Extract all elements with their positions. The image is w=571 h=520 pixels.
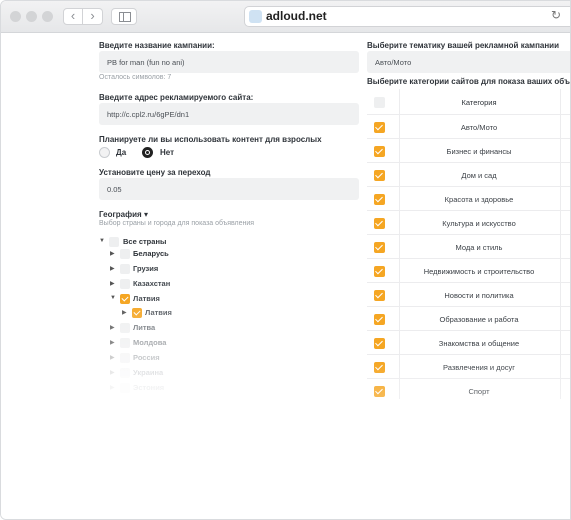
caret-right-icon: ▶ <box>110 340 115 346</box>
site-favicon-icon <box>249 10 262 23</box>
url-text: adloud.net <box>266 9 327 23</box>
table-row[interactable]: Красота и здоровье <box>367 187 570 211</box>
campaign-name-label: Введите название кампании: <box>99 41 215 50</box>
caret-down-icon: ▼ <box>99 238 105 244</box>
category-checkbox[interactable] <box>374 218 385 229</box>
tree-row-kazakhstan[interactable]: ▶ Казахстан <box>110 278 290 292</box>
chevron-right-icon: › <box>90 8 95 23</box>
checkbox-latvia[interactable] <box>120 294 130 304</box>
site-url-input[interactable]: http://c.cpl2.ru/6gPE/dn1 <box>99 103 359 125</box>
table-row[interactable]: Недвижимость и строительство <box>367 259 570 283</box>
table-row[interactable]: Новости и политика <box>367 283 570 307</box>
site-url-label: Введите адрес рекламируемого сайта: <box>99 93 254 102</box>
tree-row-russia[interactable]: ▶ Россия <box>110 352 290 366</box>
category-checkbox[interactable] <box>374 122 385 133</box>
topic-label: Выберите тематику вашей рекламной кампан… <box>367 41 560 50</box>
adult-yes-label: Да <box>116 148 127 157</box>
back-button[interactable]: ‹ <box>63 8 83 25</box>
caret-right-icon: ▶ <box>110 266 115 272</box>
tree-row-belarus[interactable]: ▶ Беларусь <box>110 248 290 262</box>
checkbox-moldova[interactable] <box>120 338 130 348</box>
tree-row-georgia[interactable]: ▶ Грузия <box>110 263 290 277</box>
tree-row-moldova[interactable]: ▶ Молдова <box>110 337 290 351</box>
checkbox-georgia[interactable] <box>120 264 130 274</box>
topic-select[interactable]: Авто/Мото <box>367 51 570 73</box>
reload-icon[interactable]: ↻ <box>551 8 561 22</box>
caret-right-icon: ▶ <box>110 251 115 257</box>
forward-button[interactable]: › <box>83 8 103 25</box>
category-checkbox[interactable] <box>374 362 385 373</box>
sidebar-toggle-button[interactable] <box>111 8 137 25</box>
adult-no-label: Нет <box>160 148 175 157</box>
browser-toolbar: ‹ › adloud.net ↻ <box>1 1 570 33</box>
category-checkbox[interactable] <box>374 290 385 301</box>
sidebar-icon <box>119 12 131 22</box>
geography-toggle[interactable]: География ▾ <box>99 210 148 219</box>
caret-right-icon: ▶ <box>110 281 115 287</box>
zoom-window-button[interactable] <box>42 11 53 22</box>
close-window-button[interactable] <box>10 11 21 22</box>
chevron-left-icon: ‹ <box>70 8 76 23</box>
caret-down-icon: ▼ <box>110 295 116 301</box>
category-checkbox[interactable] <box>374 242 385 253</box>
adult-no-radio[interactable] <box>142 147 153 158</box>
table-row[interactable]: Мода и стиль <box>367 235 570 259</box>
caret-right-icon: ▶ <box>110 325 115 331</box>
table-row[interactable]: Дом и сад <box>367 163 570 187</box>
adult-content-label: Планируете ли вы использовать контент дл… <box>99 135 322 144</box>
checkbox-russia[interactable] <box>120 353 130 363</box>
table-row[interactable]: Культура и искусство <box>367 211 570 235</box>
tree-row-latvia-sub[interactable]: ▶ Латвия <box>122 307 292 321</box>
tree-row-estonia[interactable]: ▶ Эстония <box>110 382 290 396</box>
tree-row-latvia[interactable]: ▼ Латвия <box>110 293 290 307</box>
table-row[interactable]: Развлечения и досуг <box>367 355 570 379</box>
table-row[interactable]: Авто/Мото <box>367 115 570 139</box>
categories-label: Выберите категории сайтов для показа ваш… <box>367 77 570 86</box>
category-checkbox[interactable] <box>374 170 385 181</box>
table-row[interactable]: Бизнес и финансы <box>367 139 570 163</box>
caret-right-icon: ▶ <box>110 370 115 376</box>
caret-right-icon: ▶ <box>110 385 115 391</box>
minimize-window-button[interactable] <box>26 11 37 22</box>
checkbox-ukraine[interactable] <box>120 368 130 378</box>
chars-left-text: Осталось символов: 7 <box>99 74 172 81</box>
geography-subtitle: Выбор страны и города для показа объявле… <box>99 220 255 227</box>
category-checkbox[interactable] <box>374 386 385 397</box>
campaign-name-input[interactable]: PB for man (fun no ani) <box>99 51 359 73</box>
tree-row-ukraine[interactable]: ▶ Украина <box>110 367 290 381</box>
table-row[interactable]: Образование и работа <box>367 307 570 331</box>
checkbox-latvia-sub[interactable] <box>132 308 142 318</box>
table-header-row: Категория <box>367 89 570 115</box>
address-bar[interactable]: adloud.net ↻ <box>244 6 570 27</box>
table-header-category: Категория <box>461 98 497 107</box>
checkbox-lithuania[interactable] <box>120 323 130 333</box>
table-row[interactable]: Знакомства и общение <box>367 331 570 355</box>
checkbox-kazakhstan[interactable] <box>120 279 130 289</box>
tree-row-lithuania[interactable]: ▶ Литва <box>110 322 290 336</box>
checkbox-estonia[interactable] <box>120 383 130 393</box>
category-checkbox[interactable] <box>374 314 385 325</box>
category-checkbox[interactable] <box>374 338 385 349</box>
category-checkbox[interactable] <box>374 266 385 277</box>
adult-yes-radio[interactable] <box>99 147 110 158</box>
select-all-checkbox[interactable] <box>374 97 385 108</box>
checkbox-all[interactable] <box>109 237 119 247</box>
category-checkbox[interactable] <box>374 194 385 205</box>
price-input[interactable]: 0.05 <box>99 178 359 200</box>
category-checkbox[interactable] <box>374 146 385 157</box>
caret-right-icon: ▶ <box>110 355 115 361</box>
caret-right-icon: ▶ <box>122 310 127 316</box>
table-row[interactable]: Спорт <box>367 379 570 403</box>
price-label: Установите цену за переход <box>99 168 211 177</box>
browser-window: ‹ › adloud.net ↻ Введите название кампан… <box>0 0 571 520</box>
checkbox-belarus[interactable] <box>120 249 130 259</box>
